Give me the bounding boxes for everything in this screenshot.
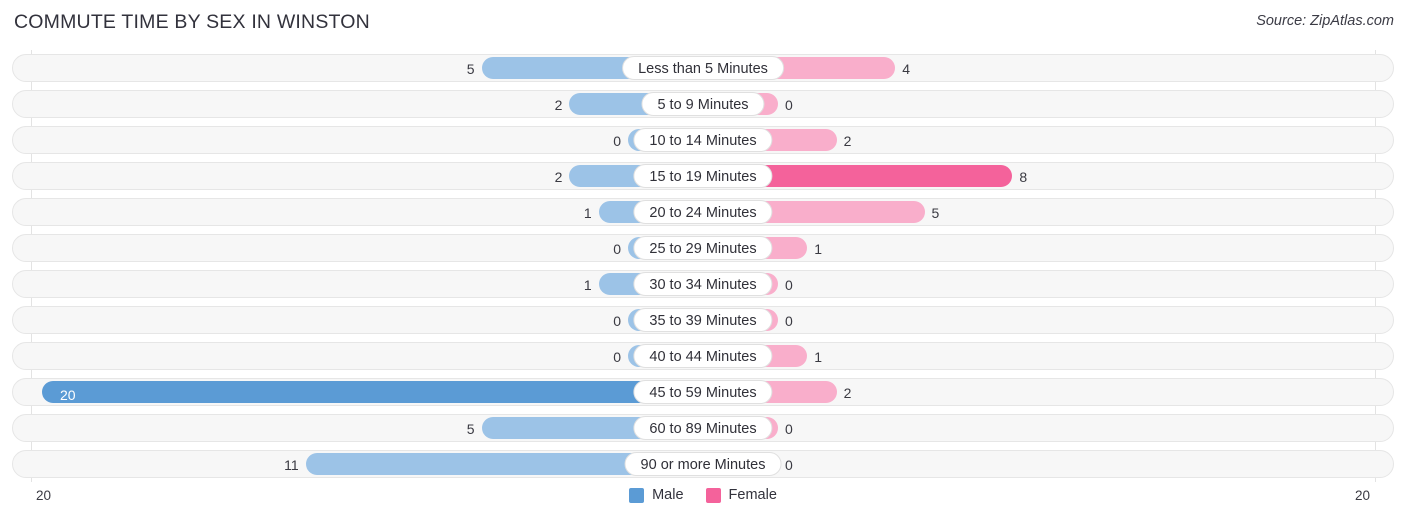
bar-value-male: 20 (60, 387, 76, 403)
bar-value-male: 5 (466, 421, 475, 437)
bar-value-male: 11 (284, 457, 299, 473)
bar-row-inner: 1 5 20 to 24 Minutes (13, 199, 1393, 225)
category-label-pill[interactable]: 20 to 24 Minutes (633, 200, 773, 224)
category-label-pill[interactable]: 45 to 59 Minutes (633, 380, 773, 404)
bar-row[interactable]: 5 4 Less than 5 Minutes (12, 54, 1394, 82)
bar-row-inner: 2 8 15 to 19 Minutes (13, 163, 1393, 189)
commute-time-chart: COMMUTE TIME BY SEX IN WINSTON Source: Z… (0, 0, 1406, 523)
bar-value-female: 4 (902, 61, 910, 77)
category-label-pill[interactable]: 5 to 9 Minutes (641, 92, 765, 116)
category-label-pill[interactable]: 15 to 19 Minutes (633, 164, 773, 188)
bar-value-female: 0 (785, 313, 793, 329)
source-attribution: Source: ZipAtlas.com (1256, 13, 1394, 29)
legend-swatch-female-icon (705, 487, 721, 503)
bar-row-inner: 0 1 25 to 29 Minutes (13, 235, 1393, 261)
category-label-pill[interactable]: 90 or more Minutes (624, 452, 782, 476)
bar-row-inner: 2 0 5 to 9 Minutes (13, 91, 1393, 117)
bar-value-female: 8 (1019, 169, 1028, 185)
bar-value-female: 5 (931, 205, 940, 221)
bar-row-inner: 5 0 60 to 89 Minutes (13, 415, 1393, 441)
bar-row[interactable]: 2 8 15 to 19 Minutes (12, 162, 1394, 190)
chart-legend: Male Female (0, 487, 1406, 503)
bar-value-male: 2 (554, 97, 563, 113)
bar-value-female: 1 (814, 349, 823, 365)
legend-item-male[interactable]: Male (629, 487, 684, 503)
bar-row[interactable]: 5 0 60 to 89 Minutes (12, 414, 1394, 442)
bar-value-male: 5 (466, 61, 475, 77)
bar-row-inner: 0 0 35 to 39 Minutes (13, 307, 1393, 333)
bar-row[interactable]: 0 1 40 to 44 Minutes (12, 342, 1394, 370)
chart-footer: 20 20 Male Female (0, 484, 1406, 523)
bar-value-female: 0 (785, 97, 793, 113)
bar-row[interactable]: 1 0 30 to 34 Minutes (12, 270, 1394, 298)
legend-swatch-male-icon (629, 487, 645, 503)
bar-row-inner: 1 0 30 to 34 Minutes (13, 271, 1393, 297)
legend-label-male: Male (652, 487, 684, 503)
plot-area: 5 4 Less than 5 Minutes 2 0 5 to 9 Minutes 0 2 1… (0, 50, 1406, 482)
bar-male[interactable]: 20 (42, 381, 702, 403)
bar-value-female: 1 (814, 241, 823, 257)
bar-value-male: 0 (613, 241, 621, 257)
legend-label-female: Female (728, 487, 777, 503)
bar-value-male: 0 (613, 133, 621, 149)
bar-row[interactable]: 2 0 5 to 9 Minutes (12, 90, 1394, 118)
bar-value-male: 2 (554, 169, 563, 185)
bar-row[interactable]: 0 1 25 to 29 Minutes (12, 234, 1394, 262)
bar-row-inner: 5 4 Less than 5 Minutes (13, 55, 1393, 81)
bar-value-male: 1 (583, 205, 592, 221)
bar-value-female: 0 (785, 457, 793, 473)
bar-value-male: 1 (583, 277, 592, 293)
category-label-pill[interactable]: 30 to 34 Minutes (633, 272, 773, 296)
bar-row[interactable]: 0 2 10 to 14 Minutes (12, 126, 1394, 154)
bar-value-female: 2 (843, 385, 852, 401)
bar-value-female: 0 (785, 277, 793, 293)
category-label-pill[interactable]: 60 to 89 Minutes (633, 416, 773, 440)
legend-item-female[interactable]: Female (705, 487, 777, 503)
category-label-pill[interactable]: Less than 5 Minutes (622, 56, 784, 80)
bar-value-female: 2 (843, 133, 852, 149)
category-label-pill[interactable]: 25 to 29 Minutes (633, 236, 773, 260)
bar-row-inner: 11 0 90 or more Minutes (13, 451, 1393, 477)
category-label-pill[interactable]: 40 to 44 Minutes (633, 344, 773, 368)
bar-row-inner: 20 2 45 to 59 Minutes (13, 379, 1393, 405)
bar-row[interactable]: 20 2 45 to 59 Minutes (12, 378, 1394, 406)
bar-row[interactable]: 1 5 20 to 24 Minutes (12, 198, 1394, 226)
category-label-pill[interactable]: 35 to 39 Minutes (633, 308, 773, 332)
bar-row[interactable]: 0 0 35 to 39 Minutes (12, 306, 1394, 334)
chart-header: COMMUTE TIME BY SEX IN WINSTON Source: Z… (0, 0, 1406, 44)
bar-row-inner: 0 1 40 to 44 Minutes (13, 343, 1393, 369)
page-title: COMMUTE TIME BY SEX IN WINSTON (14, 11, 370, 33)
bar-value-male: 0 (613, 349, 621, 365)
bar-value-male: 0 (613, 313, 621, 329)
bar-value-female: 0 (785, 421, 793, 437)
bar-row-inner: 0 2 10 to 14 Minutes (13, 127, 1393, 153)
category-label-pill[interactable]: 10 to 14 Minutes (633, 128, 773, 152)
bar-row[interactable]: 11 0 90 or more Minutes (12, 450, 1394, 478)
